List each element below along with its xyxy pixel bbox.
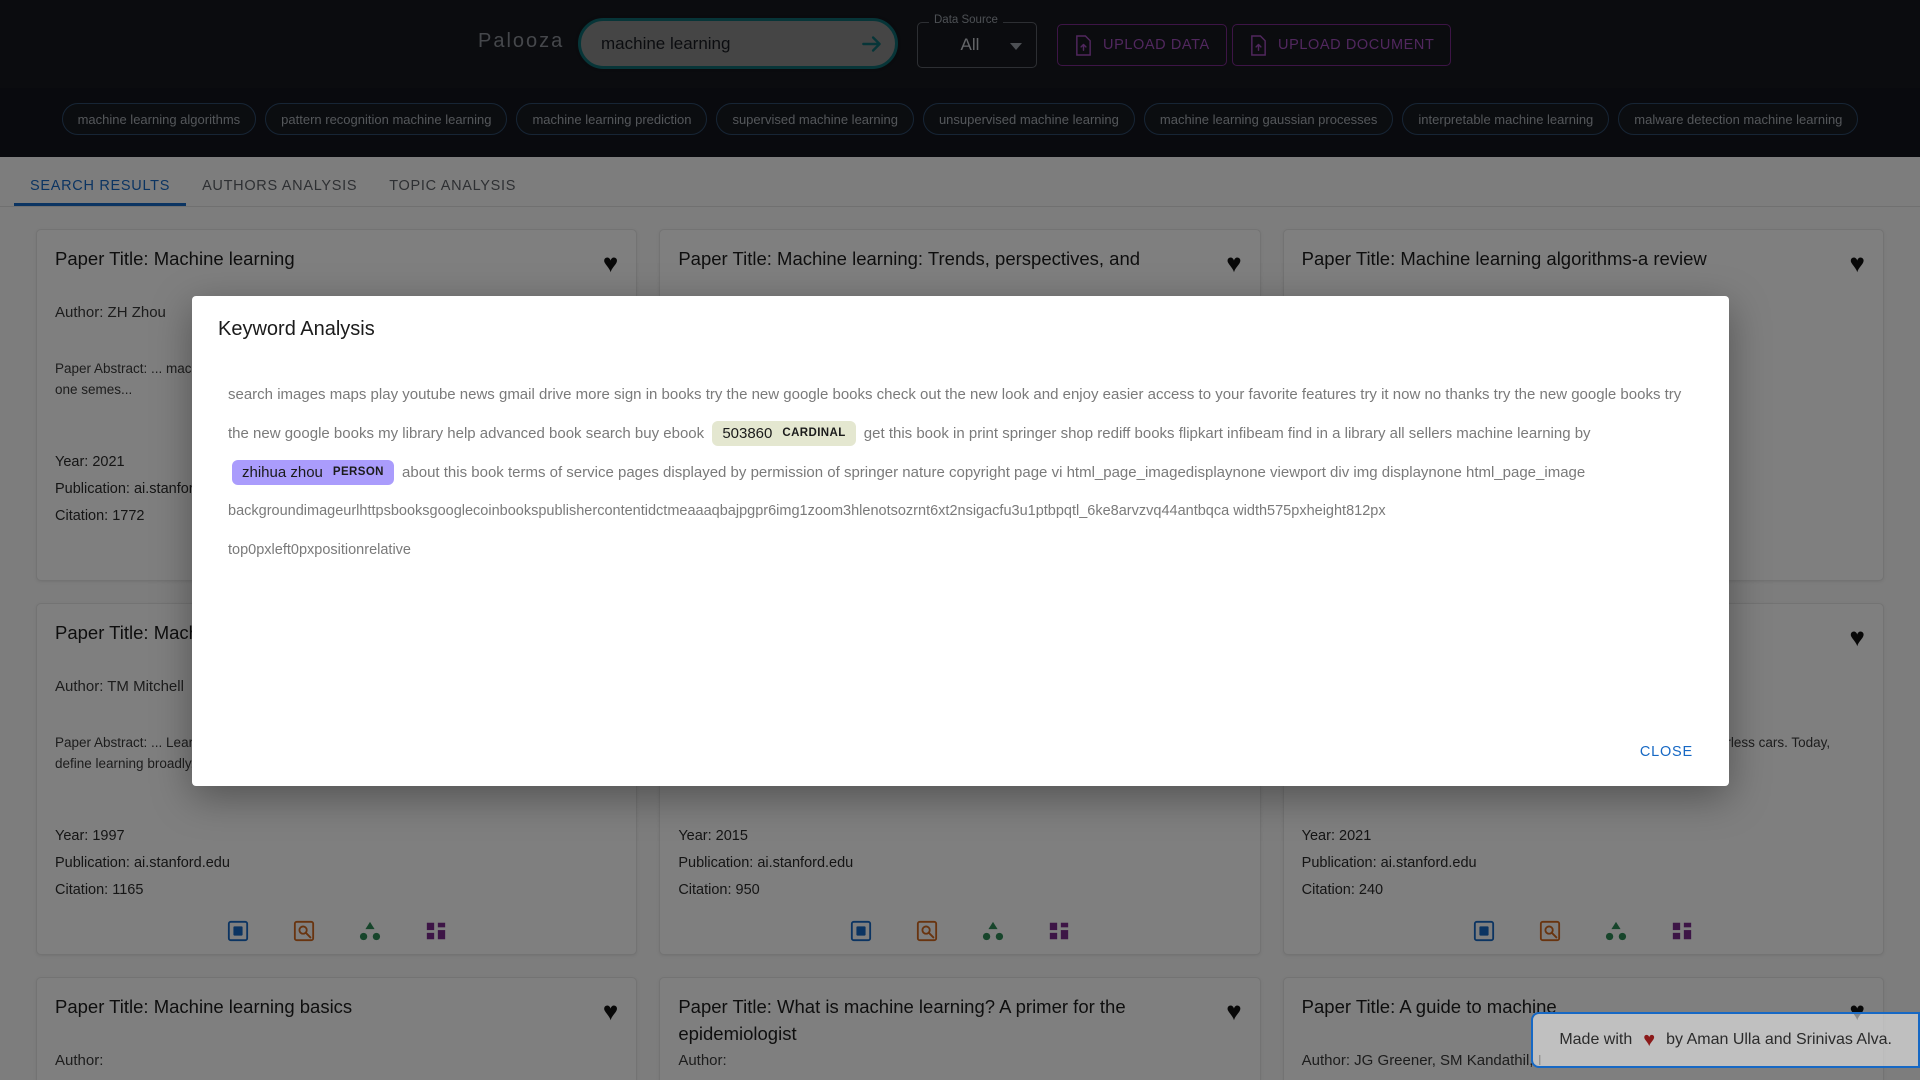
entity-label: CARDINAL	[782, 426, 846, 439]
entity-label: PERSON	[332, 465, 384, 478]
dialog-actions: CLOSE	[192, 728, 1729, 786]
heart-icon: ♥	[1643, 1028, 1656, 1051]
entity-text: 503860	[722, 425, 773, 442]
close-button[interactable]: CLOSE	[1630, 736, 1703, 768]
made-with-prefix: Made with	[1559, 1031, 1633, 1048]
entity-text: zhihua zhou	[242, 464, 323, 481]
made-with-badge: Made with ♥ by Aman Ulla and Srinivas Al…	[1531, 1012, 1920, 1068]
keyword-line: search images maps play youtube news gma…	[228, 375, 1693, 492]
keyword-raw-line-1: backgroundimageurlhttpsbooksgooglecoinbo…	[228, 503, 1386, 519]
dialog-body: search images maps play youtube news gma…	[192, 347, 1729, 728]
keyword-analysis-dialog: Keyword Analysis search images maps play…	[192, 296, 1729, 786]
entity-person: zhihua zhou PERSON	[232, 460, 394, 485]
made-with-suffix: by Aman Ulla and Srinivas Alva.	[1666, 1031, 1892, 1048]
keyword-text-tail: about this book terms of service pages d…	[402, 464, 1586, 481]
dialog-title: Keyword Analysis	[218, 318, 375, 340]
entity-cardinal: 503860 CARDINAL	[712, 421, 856, 446]
app-root: Palooza Data Source All UPLOAD DATA	[0, 0, 1920, 1080]
keyword-raw-line-2: top0pxleft0pxpositionrelative	[228, 542, 411, 558]
keyword-text-after: get this book in print springer shop red…	[863, 425, 1591, 442]
